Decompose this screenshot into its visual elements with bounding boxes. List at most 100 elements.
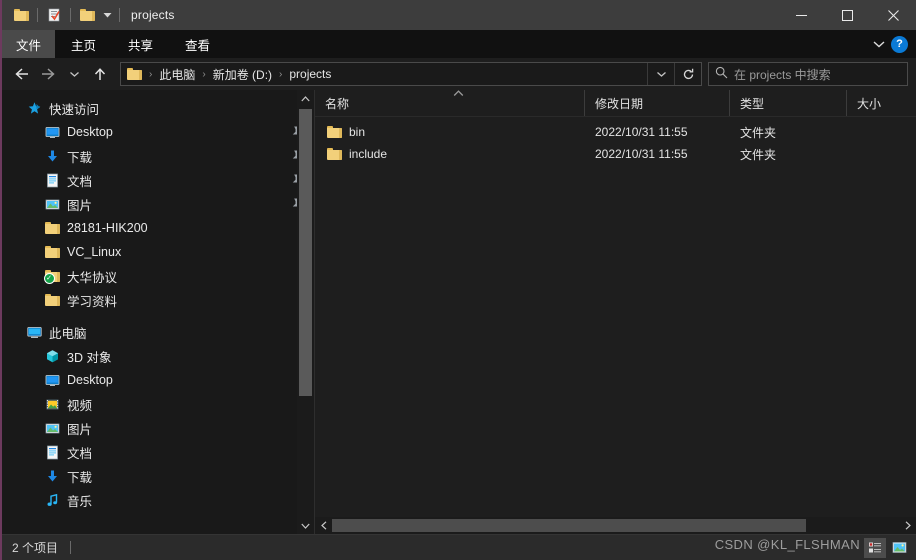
tab-view[interactable]: 查看 xyxy=(169,30,226,58)
window-body: 快速访问 Desktop 下载 文档 图片 28181-HIK200 VC_Li… xyxy=(2,90,916,534)
breadcrumb-item-this-pc[interactable]: 此电脑 xyxy=(157,66,197,83)
breadcrumb-separator-0: › xyxy=(149,68,153,80)
maximize-button[interactable] xyxy=(824,0,870,30)
breadcrumb-separator-2: › xyxy=(279,68,283,80)
breadcrumb-folder-icon xyxy=(127,68,142,80)
tab-home[interactable]: 主页 xyxy=(55,30,112,58)
tab-file[interactable]: 文件 xyxy=(2,30,56,58)
sidebar-item-vc-linux[interactable]: VC_Linux xyxy=(2,240,314,264)
sidebar-item-label: 28181-HIK200 xyxy=(67,221,148,235)
recent-locations-chevron-down-icon[interactable] xyxy=(62,62,86,86)
video-icon xyxy=(44,396,60,412)
watermark-text: CSDN @KL_FLSHMAN xyxy=(714,537,860,552)
tab-share[interactable]: 共享 xyxy=(112,30,169,58)
sidebar-item-label: Desktop xyxy=(67,125,113,139)
back-button[interactable] xyxy=(10,62,34,86)
folder-icon[interactable] xyxy=(10,4,32,26)
column-headers: 名称 修改日期 类型 大小 xyxy=(315,90,916,117)
file-name-cell[interactable]: include xyxy=(315,147,585,161)
sidebar-item-label: 3D 对象 xyxy=(67,350,112,365)
ribbon-collapse-chevron-down-icon[interactable] xyxy=(873,37,885,51)
file-date-cell: 2022/10/31 11:55 xyxy=(595,125,688,139)
forward-button[interactable] xyxy=(36,62,60,86)
column-header-name[interactable]: 名称 xyxy=(315,90,585,116)
file-name-label: include xyxy=(349,147,388,161)
minimize-button[interactable] xyxy=(778,0,824,30)
horizontal-scrollbar-thumb[interactable] xyxy=(332,519,806,532)
sidebar-item-documents[interactable]: 文档 xyxy=(2,168,314,192)
sidebar-item-label: 音乐 xyxy=(67,494,93,509)
breadcrumb[interactable]: › 此电脑 › 新加卷 (D:) › projects xyxy=(120,62,702,86)
column-header-type[interactable]: 类型 xyxy=(730,90,847,116)
close-button[interactable] xyxy=(870,0,916,30)
file-name-cell[interactable]: bin xyxy=(315,125,585,139)
ribbon-right-controls: ? xyxy=(873,30,916,58)
scroll-right-arrow-icon[interactable] xyxy=(899,517,916,534)
scroll-down-arrow-icon[interactable] xyxy=(297,517,314,534)
sidebar-item-3d-objects[interactable]: 3D 对象 xyxy=(2,344,314,368)
sidebar-item-label: 大华协议 xyxy=(67,270,118,285)
breadcrumb-separator-1: › xyxy=(202,68,206,80)
sidebar-item-28181-hik200[interactable]: 28181-HIK200 xyxy=(2,216,314,240)
sidebar-item-downloads[interactable]: 下载 xyxy=(2,144,314,168)
item-count-label: 2 个项目 xyxy=(12,541,59,555)
file-date-cell: 2022/10/31 11:55 xyxy=(595,147,688,161)
scroll-left-arrow-icon[interactable] xyxy=(315,517,332,534)
star-pin-icon xyxy=(26,100,42,116)
breadcrumb-item-projects[interactable]: projects xyxy=(287,67,333,81)
search-input[interactable]: 在 projects 中搜索 xyxy=(708,62,908,86)
horizontal-scrollbar[interactable] xyxy=(315,517,916,534)
sidebar-item-label: 学习资料 xyxy=(67,294,118,309)
explorer-window: projects 文件 主页 共享 查看 ? › 此电脑 › 新加卷 (D:) … xyxy=(0,0,916,560)
sidebar-item-study-materials[interactable]: 学习资料 xyxy=(2,288,314,312)
quick-access-chevron-down-icon[interactable] xyxy=(100,4,114,26)
scroll-up-arrow-icon[interactable] xyxy=(297,90,314,107)
sidebar-item-label: VC_Linux xyxy=(67,245,122,259)
help-button[interactable]: ? xyxy=(891,35,908,53)
sidebar-item-desktop-pc[interactable]: Desktop xyxy=(2,368,314,392)
sidebar-item-dahua-protocol[interactable]: ✓ 大华协议 xyxy=(2,264,314,288)
column-header-date-modified[interactable]: 修改日期 xyxy=(585,90,730,116)
sidebar-item-label: Desktop xyxy=(67,373,113,387)
monitor-icon xyxy=(44,372,60,388)
table-row[interactable]: include 2022/10/31 11:55 文件夹 xyxy=(315,143,916,165)
sidebar-item-videos[interactable]: 视频 xyxy=(2,392,314,416)
properties-icon[interactable] xyxy=(43,4,65,26)
sidebar-group-this-pc[interactable]: 此电脑 xyxy=(2,320,314,344)
horizontal-scrollbar-track[interactable] xyxy=(332,517,899,534)
document-icon xyxy=(44,444,60,460)
sidebar-item-label: 视频 xyxy=(67,398,93,413)
file-name-label: bin xyxy=(349,125,366,139)
sidebar-item-downloads-pc[interactable]: 下载 xyxy=(2,464,314,488)
document-icon xyxy=(44,172,60,188)
column-header-size[interactable]: 大小 xyxy=(847,90,916,116)
status-bar: 2 个项目 CSDN @KL_FLSHMAN xyxy=(2,534,916,560)
sidebar-item-documents-pc[interactable]: 文档 xyxy=(2,440,314,464)
sidebar-scrollbar-thumb[interactable] xyxy=(299,109,312,396)
up-button[interactable] xyxy=(88,62,112,86)
sidebar-scrollbar[interactable] xyxy=(297,90,314,534)
refresh-icon[interactable] xyxy=(674,63,701,85)
file-list-pane: 名称 修改日期 类型 大小 bin 2022/10/31 11:55 文件夹 i… xyxy=(314,90,916,534)
new-folder-icon[interactable] xyxy=(76,4,98,26)
toolbar-divider xyxy=(37,8,38,22)
large-icons-view-button[interactable] xyxy=(888,538,910,558)
details-view-button[interactable] xyxy=(864,537,886,558)
sidebar-item-label: 文档 xyxy=(67,446,93,461)
sidebar-group-quick-access[interactable]: 快速访问 xyxy=(2,96,314,120)
status-divider xyxy=(70,541,72,554)
sidebar-item-pictures-pc[interactable]: 图片 xyxy=(2,416,314,440)
breadcrumb-item-drive[interactable]: 新加卷 (D:) xyxy=(211,66,274,83)
window-title: projects xyxy=(131,8,175,22)
sidebar-item-desktop[interactable]: Desktop xyxy=(2,120,314,144)
sidebar-item-pictures[interactable]: 图片 xyxy=(2,192,314,216)
folder-icon xyxy=(44,244,60,260)
title-bar: projects xyxy=(2,0,916,30)
music-icon xyxy=(44,492,60,508)
sidebar-item-music[interactable]: 音乐 xyxy=(2,488,314,512)
download-icon xyxy=(44,148,60,164)
address-history-chevron-down-icon[interactable] xyxy=(647,63,674,85)
window-controls xyxy=(778,0,916,30)
monitor-icon xyxy=(44,124,60,140)
table-row[interactable]: bin 2022/10/31 11:55 文件夹 xyxy=(315,121,916,143)
